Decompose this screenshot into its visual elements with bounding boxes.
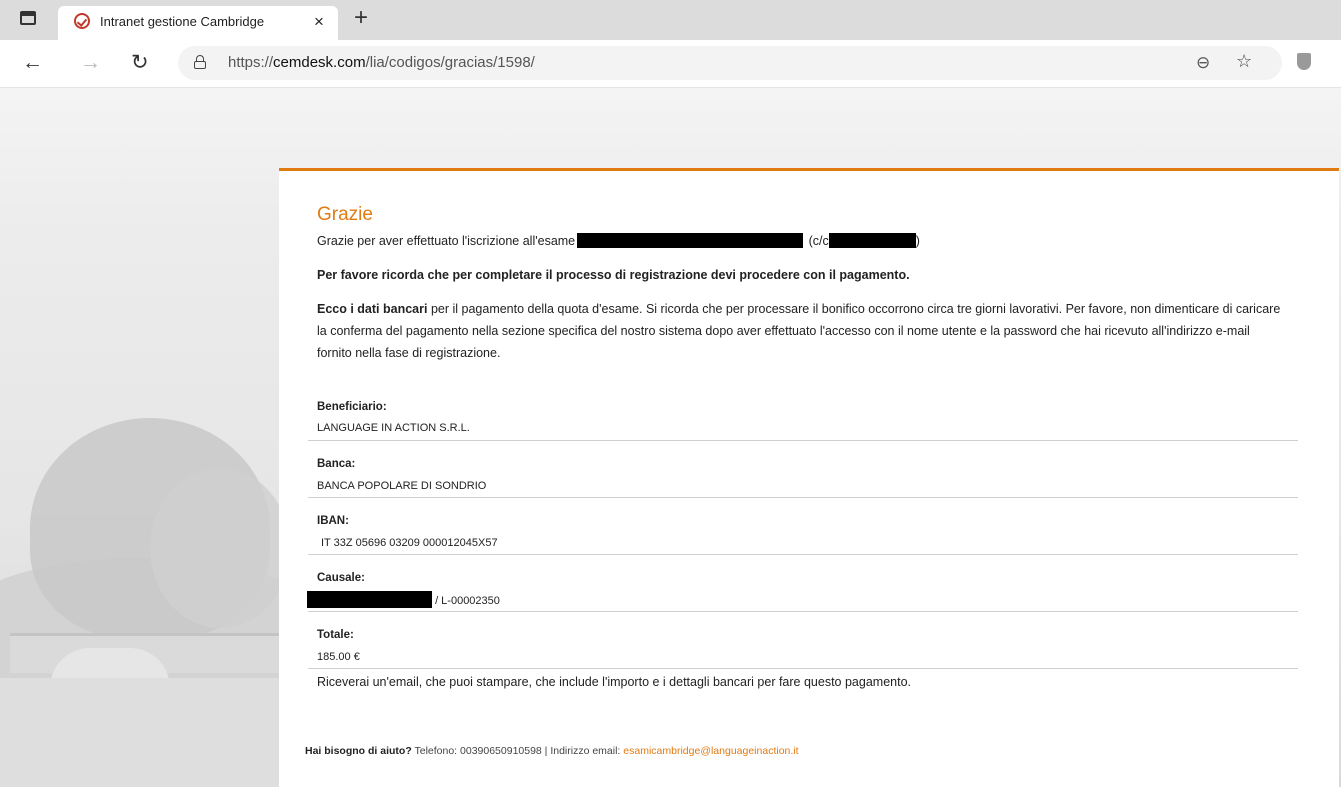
background-bridge <box>10 633 280 688</box>
content-card: Grazie Grazie per aver effettuato l'iscr… <box>279 168 1339 787</box>
help-contact-text: Telefono: 00390650910598 | Indirizzo ema… <box>411 745 624 757</box>
iban-value: IT 33Z 05696 03209 000012045X57 <box>321 537 498 549</box>
favicon-icon <box>74 13 90 29</box>
divider <box>308 554 1298 555</box>
divider <box>308 497 1298 498</box>
tab-actions-icon[interactable] <box>20 11 36 25</box>
help-label: Hai bisogno di aiuto? <box>305 745 412 757</box>
beneficiario-label: Beneficiario: <box>317 401 387 413</box>
help-email-link[interactable]: esamicambridge@languageinaction.it <box>623 745 798 757</box>
beneficiario-value: LANGUAGE IN ACTION S.R.L. <box>317 422 470 434</box>
page-title: Grazie <box>317 204 373 225</box>
intro-suffix: ) <box>915 234 920 248</box>
causale-value: / L-00002350 <box>435 595 500 607</box>
email-note: Riceverai un'email, che puoi stampare, c… <box>317 675 911 689</box>
browser-tab[interactable]: Intranet gestione Cambridge × <box>58 6 338 40</box>
browser-tab-bar: Intranet gestione Cambridge × + <box>0 0 1341 40</box>
url-text[interactable]: https://cemdesk.com/lia/codigos/gracias/… <box>228 54 535 71</box>
bank-intro-bold: Ecco i dati bancari <box>317 302 428 316</box>
bank-instructions: Ecco i dati bancari per il pagamento del… <box>317 298 1282 364</box>
totale-value: 185.00 € <box>317 651 360 663</box>
shield-icon[interactable] <box>1297 53 1311 70</box>
bank-intro-text: per il pagamento della quota d'esame. Si… <box>317 302 1281 360</box>
lock-icon[interactable] <box>194 55 206 69</box>
causale-value-row: / L-00002350 <box>307 591 500 608</box>
banca-value: BANCA POPOLARE DI SONDRIO <box>317 480 487 492</box>
new-tab-icon[interactable]: + <box>354 6 368 30</box>
help-footer: Hai bisogno di aiuto? Telefono: 00390650… <box>305 745 799 757</box>
intro-prefix: Grazie per aver effettuato l'iscrizione … <box>317 234 576 248</box>
redacted-causale <box>307 591 432 608</box>
banca-label: Banca: <box>317 458 356 470</box>
zoom-out-icon[interactable]: ⊖ <box>1196 53 1210 73</box>
divider <box>308 611 1298 612</box>
background-tree <box>150 468 290 628</box>
refresh-icon[interactable]: ↻ <box>131 51 149 75</box>
browser-toolbar: ← → ↻ https://cemdesk.com/lia/codigos/gr… <box>0 40 1341 88</box>
redacted-account <box>828 233 916 248</box>
payment-reminder: Per favore ricorda che per completare il… <box>317 268 910 282</box>
close-tab-icon[interactable]: × <box>314 12 324 32</box>
intro-mid: (c/c <box>808 234 829 248</box>
iban-label: IBAN: <box>317 515 349 527</box>
causale-label: Causale: <box>317 572 365 584</box>
tab-title: Intranet gestione Cambridge <box>100 14 265 29</box>
divider <box>308 668 1298 669</box>
add-favorite-icon[interactable]: ☆ <box>1236 51 1252 72</box>
intro-text: Grazie per aver effettuato l'iscrizione … <box>317 230 920 252</box>
back-arrow-icon[interactable]: ← <box>22 51 43 75</box>
address-bar[interactable]: https://cemdesk.com/lia/codigos/gracias/… <box>178 46 1282 80</box>
divider <box>308 440 1298 441</box>
totale-label: Totale: <box>317 629 354 641</box>
redacted-exam <box>577 233 804 248</box>
forward-arrow-icon[interactable]: → <box>80 51 101 75</box>
background-water <box>0 678 290 787</box>
